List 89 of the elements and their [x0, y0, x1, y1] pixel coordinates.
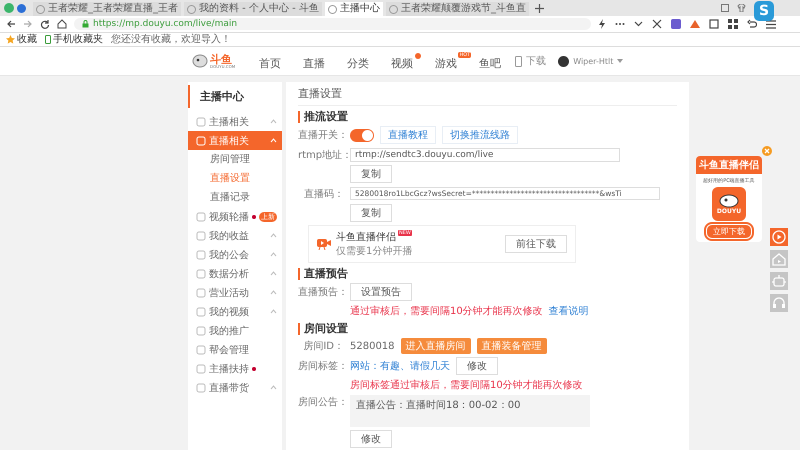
- warning-text: 通过审核后，需要间隔10分钟才能再次修改: [350, 304, 543, 318]
- avatar[interactable]: [558, 56, 570, 66]
- bookmark-item: 您还没有收藏，欢迎导入！: [111, 34, 231, 46]
- field-label: 房间ID：: [302, 340, 344, 353]
- close-icon[interactable]: [762, 146, 772, 156]
- ad-title: 斗鱼直播伴侣: [696, 156, 762, 174]
- phone-icon: [45, 35, 51, 44]
- forward-icon[interactable]: [23, 19, 33, 29]
- sidebar-item[interactable]: 主播扶持: [188, 359, 282, 378]
- edit-button[interactable]: 修改: [456, 357, 498, 375]
- link-button[interactable]: 切换推流线路: [442, 126, 518, 144]
- section-heading: 推流设置: [298, 111, 677, 123]
- sidebar-item[interactable]: 主播相关: [188, 112, 282, 131]
- grid-icon[interactable]: [728, 19, 738, 29]
- promo-subtitle: 仅需要1分钟开播: [336, 244, 414, 258]
- menu-icon[interactable]: [766, 20, 776, 28]
- phone-icon: [515, 56, 522, 66]
- field-label: 直播码：: [303, 188, 344, 200]
- sidebar-subitem[interactable]: 直播记录: [188, 188, 282, 207]
- promo-title: 斗鱼直播伴侣: [336, 230, 396, 244]
- field-label: 直播开关：: [298, 128, 344, 142]
- more-icon[interactable]: [615, 22, 625, 26]
- sidebar-item[interactable]: 我的收益: [188, 226, 282, 245]
- address-bar[interactable]: https://mp.douyu.com/live/main: [74, 18, 591, 30]
- chevron-icon[interactable]: [270, 233, 277, 238]
- headset-icon[interactable]: [770, 294, 788, 312]
- field-label: 房间公告：: [298, 396, 344, 409]
- room-tags[interactable]: 网站：有趣、请假几天: [350, 359, 450, 373]
- nav-link[interactable]: 鱼吧: [479, 52, 516, 70]
- download-button[interactable]: 前往下载: [505, 235, 567, 253]
- nav-link[interactable]: 视频: [391, 52, 428, 70]
- edit-button[interactable]: 修改: [350, 430, 392, 448]
- download-link[interactable]: 下载: [526, 54, 546, 68]
- chevron-icon[interactable]: [270, 119, 277, 124]
- sidebar-subitem[interactable]: 房间管理: [188, 150, 282, 169]
- field-label: 房间标签：: [298, 360, 344, 373]
- bookmark-item[interactable]: 手机收藏夹: [53, 34, 103, 46]
- reload-icon[interactable]: [40, 19, 50, 29]
- nav-link[interactable]: 分类: [347, 52, 384, 70]
- copy-button[interactable]: 复制: [350, 165, 392, 183]
- sidebar-item[interactable]: 我的视频: [188, 302, 282, 321]
- browser-tab[interactable]: 王者荣耀_王者荣耀直播_王者: [33, 2, 181, 16]
- room-id: 5280018: [350, 340, 395, 352]
- sidebar-item[interactable]: 我的公会: [188, 245, 282, 264]
- lightning-icon[interactable]: [598, 19, 606, 29]
- robot-icon[interactable]: [770, 272, 788, 290]
- sidebar-item[interactable]: 直播带货: [188, 378, 282, 397]
- camera-icon: [317, 238, 331, 250]
- chevron-icon[interactable]: [270, 385, 277, 390]
- url-field[interactable]: rtmp://sendtc3.douyu.com/live: [350, 148, 620, 162]
- copy-button[interactable]: 复制: [350, 204, 392, 222]
- sidebar-subitem[interactable]: 直播设置: [188, 169, 282, 188]
- nav-link[interactable]: 直播: [303, 52, 340, 70]
- undo-icon[interactable]: [747, 19, 757, 29]
- play-icon[interactable]: [770, 228, 788, 246]
- app-logo: S: [754, 1, 774, 21]
- sidebar-item[interactable]: 帮会管理: [188, 340, 282, 359]
- download-button[interactable]: 立即下载: [706, 224, 752, 239]
- chevron-icon[interactable]: [270, 309, 277, 314]
- back-icon[interactable]: [6, 19, 16, 29]
- browser-tab[interactable]: 王者荣耀颠覆游戏节_斗鱼直: [386, 2, 529, 16]
- chevron-icon[interactable]: [270, 252, 277, 257]
- notice-text-area[interactable]: 直播公告：直播时间18：00-02：00: [350, 395, 590, 427]
- caret-icon[interactable]: [617, 59, 624, 63]
- chevron-icon[interactable]: [270, 271, 277, 276]
- browser-tab[interactable]: 主播中心: [324, 2, 383, 16]
- section-heading: 直播预告: [298, 268, 677, 280]
- chevron-icon[interactable]: [270, 290, 277, 295]
- sidebar-title: 主播中心: [188, 85, 282, 108]
- shirt-icon[interactable]: [737, 4, 746, 12]
- sidebar-item[interactable]: 我的推广: [188, 321, 282, 340]
- sidebar-item[interactable]: 数据分析: [188, 264, 282, 283]
- page-title: 直播设置: [298, 82, 677, 106]
- user-name[interactable]: Wiper-Htlt: [573, 56, 614, 66]
- browser-tab[interactable]: 我的资料 - 个人中心 - 斗鱼: [184, 2, 322, 16]
- section-heading: 房间设置: [298, 323, 677, 335]
- sidebar-item[interactable]: 直播相关: [188, 131, 282, 150]
- home-icon[interactable]: [57, 19, 67, 29]
- set-preview-button[interactable]: 设置预告: [350, 283, 412, 301]
- link-button[interactable]: 直播教程: [380, 126, 436, 144]
- sidebar-item[interactable]: 营业活动: [188, 283, 282, 302]
- chevron-down-icon[interactable]: [634, 21, 643, 27]
- warning-text: 房间标签通过审核后，需要间隔10分钟才能再次修改: [350, 378, 583, 392]
- help-link[interactable]: 查看说明: [548, 304, 589, 318]
- toggle-switch[interactable]: [350, 128, 374, 142]
- field-label: 直播预告：: [298, 286, 344, 299]
- nav-link[interactable]: 首页: [259, 52, 296, 70]
- bookmark-item[interactable]: 收藏: [17, 34, 37, 46]
- star-icon: [6, 35, 15, 44]
